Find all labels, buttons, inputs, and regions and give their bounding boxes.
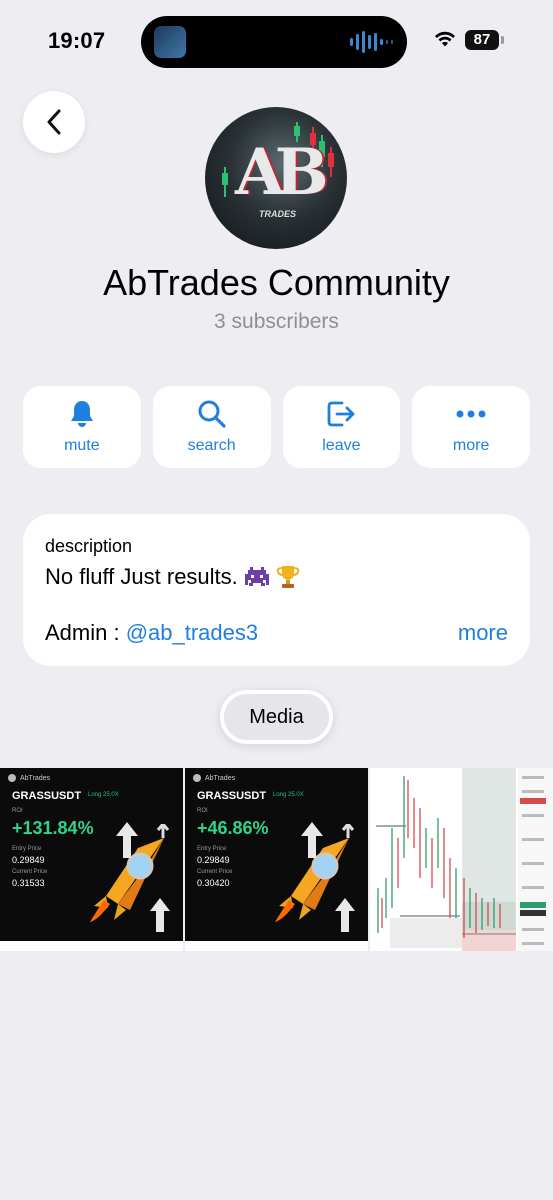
trade-card-footer <box>0 941 183 951</box>
roi-value: +46.86% <box>197 818 269 838</box>
more-label: more <box>452 437 490 454</box>
roi-value: +131.84% <box>12 818 94 838</box>
entry-price-label: Entry Price <box>12 846 42 852</box>
mute-label: mute <box>64 437 100 454</box>
wifi-icon <box>435 31 455 47</box>
leave-icon <box>327 401 355 427</box>
trade-side: Long 25.0X <box>88 792 119 798</box>
leave-button[interactable]: leave <box>282 386 401 468</box>
current-price-value: 0.30420 <box>197 878 230 888</box>
audio-wave-icon <box>350 30 393 54</box>
now-playing-thumbnail <box>154 26 186 58</box>
up-arrow-icon <box>335 898 355 932</box>
avatar-logo-text: AB <box>235 135 329 210</box>
leave-label: leave <box>322 437 361 454</box>
media-thumbnail-trade-1[interactable]: AbTrades GRASSUSDT Long 25.0X ROI +131.8… <box>0 768 183 951</box>
mute-button[interactable]: mute <box>23 386 141 468</box>
description-card: description No fluff Just results. Admin… <box>23 514 530 666</box>
admin-prefix: Admin : <box>45 620 126 645</box>
description-label: description <box>45 536 133 556</box>
channel-title: AbTrades Community <box>103 262 450 303</box>
up-arrow-icon <box>150 898 170 932</box>
status-time: 19:07 <box>48 28 106 53</box>
admin-username-link[interactable]: @ab_trades3 <box>126 620 258 645</box>
trade-card-brand: AbTrades <box>193 774 235 782</box>
search-label: search <box>187 437 236 454</box>
trade-side: Long 25.0X <box>273 792 304 798</box>
chevron-left-icon <box>47 109 61 135</box>
battery-tip <box>501 36 504 44</box>
description-body: No fluff Just results. <box>45 564 238 589</box>
roi-label: ROI <box>197 808 208 814</box>
description-text: No fluff Just results. <box>45 564 300 590</box>
battery-indicator: 87 <box>465 30 499 50</box>
entry-price-label: Entry Price <box>197 846 227 852</box>
trade-card-brand: AbTrades <box>8 774 50 782</box>
channel-avatar[interactable]: AB TRADES <box>205 107 347 249</box>
up-arrow-icon <box>301 822 323 858</box>
entry-price-value: 0.29849 <box>12 855 45 865</box>
trophy-icon <box>276 566 299 588</box>
alien-monster-icon <box>244 567 269 586</box>
trade-pair: GRASSUSDT <box>12 790 82 802</box>
media-grid: AbTrades GRASSUSDT Long 25.0X ROI +131.8… <box>0 768 553 951</box>
dynamic-island[interactable] <box>141 16 407 68</box>
search-icon <box>198 400 226 428</box>
up-arrow-icon <box>116 822 138 858</box>
tab-media[interactable]: Media <box>220 690 333 744</box>
roi-label: ROI <box>12 808 23 814</box>
current-price-value: 0.31533 <box>12 878 45 888</box>
bell-icon <box>70 401 93 427</box>
media-thumbnail-trade-2[interactable]: AbTrades GRASSUSDT Long 25.0X ROI +46.86… <box>185 768 368 951</box>
avatar-logo-subtext: TRADES <box>259 209 297 219</box>
admin-line: Admin : @ab_trades3 <box>45 620 258 646</box>
candlestick-chart-image <box>370 768 553 951</box>
more-button[interactable]: more <box>412 386 530 468</box>
trade-card-footer <box>185 941 368 951</box>
current-price-label: Current Price <box>12 869 48 875</box>
ellipsis-icon <box>456 410 486 418</box>
action-bar: mute search leave more <box>23 386 530 468</box>
trade-pair: GRASSUSDT <box>197 790 267 802</box>
media-thumbnail-chart[interactable] <box>370 768 553 951</box>
search-button[interactable]: search <box>152 386 271 468</box>
description-more-link[interactable]: more <box>458 620 508 646</box>
entry-price-value: 0.29849 <box>197 855 230 865</box>
current-price-label: Current Price <box>197 869 233 875</box>
back-button[interactable] <box>23 91 85 153</box>
status-bar: 19:07 87 <box>0 0 553 80</box>
subscriber-count: 3 subscribers <box>214 310 339 333</box>
